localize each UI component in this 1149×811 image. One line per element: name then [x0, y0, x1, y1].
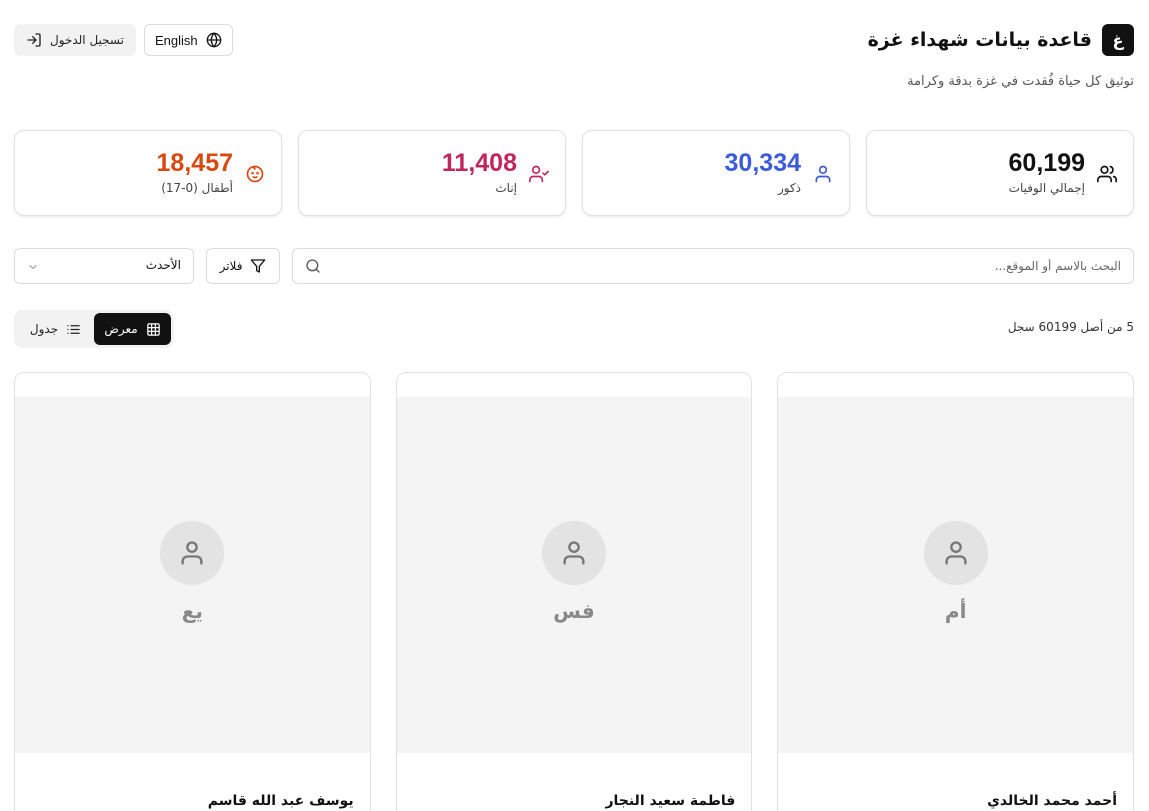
sort-select[interactable]: الأحدث [14, 248, 194, 284]
card-initials: فس [553, 599, 595, 623]
stat-females: 11,408 إناث [298, 130, 566, 216]
page-title: قاعدة بيانات شهداء غزة [867, 29, 1092, 51]
user-icon [815, 165, 831, 183]
globe-icon [206, 32, 221, 48]
search-icon [306, 259, 320, 273]
language-label: English [154, 32, 198, 48]
cards-grid: أم أحمد محمد الخالدي فس فاطمة سعيد النجا… [13, 372, 1134, 811]
controls-bar: فلاتر الأحدث [14, 248, 1134, 284]
stat-value: 11,408 [441, 149, 517, 177]
stats-row: 60,199 إجمالي الوفيات 30,334 ذكور 11,408… [14, 130, 1134, 216]
page-subtitle: توثيق كل حياة فُقدت في غزة بدقة وكرامة [907, 74, 1134, 89]
login-label: تسجيل الدخول [50, 33, 124, 47]
language-button[interactable]: English [143, 24, 233, 56]
login-button[interactable]: تسجيل الدخول [14, 24, 136, 56]
header: غ قاعدة بيانات شهداء غزة تسجيل الدخول En… [14, 24, 1134, 56]
table-view-label: جدول [29, 322, 59, 336]
stat-males: 30,334 ذكور [582, 130, 850, 216]
card-initials: يع [181, 599, 203, 623]
view-toggle: معرض جدول [14, 310, 174, 348]
list-icon [67, 324, 80, 334]
gallery-view-button[interactable]: معرض [94, 313, 171, 345]
stat-total-deaths: 60,199 إجمالي الوفيات [866, 130, 1134, 216]
user-placeholder-icon [181, 541, 203, 565]
avatar [923, 521, 988, 585]
stat-label: إناث [495, 181, 517, 195]
results-count: 5 من أصل 60199 سجل [1007, 320, 1134, 334]
avatar [160, 521, 225, 585]
logo: غ [1102, 24, 1134, 56]
card-photo: أم [778, 397, 1133, 753]
user-placeholder-icon [945, 541, 967, 565]
person-card[interactable]: يع يوسف عبد الله قاسم [13, 372, 371, 811]
card-initials: أم [944, 599, 967, 623]
users-icon [1097, 165, 1117, 183]
header-actions: تسجيل الدخول English [14, 24, 233, 56]
stat-value: 60,199 [1008, 149, 1085, 177]
user-placeholder-icon [563, 541, 585, 565]
card-name: يوسف عبد الله قاسم [207, 793, 354, 809]
card-name: أحمد محمد الخالدي [987, 793, 1117, 809]
search-input[interactable] [341, 249, 1121, 283]
card-name: فاطمة سعيد النجار [605, 793, 736, 809]
person-card[interactable]: أم أحمد محمد الخالدي [777, 372, 1134, 811]
person-card[interactable]: فس فاطمة سعيد النجار [395, 372, 753, 811]
sort-value: الأحدث [145, 258, 181, 272]
results-bar: 5 من أصل 60199 سجل معرض جدول [14, 310, 1134, 348]
gallery-view-label: معرض [104, 322, 138, 336]
brand: غ قاعدة بيانات شهداء غزة [868, 24, 1134, 56]
stat-children: 18,457 أطفال (0-17) [14, 130, 282, 216]
card-photo: فس [396, 397, 752, 753]
card-photo: يع [14, 397, 370, 753]
stat-label: ذكور [777, 181, 801, 195]
stat-value: 18,457 [156, 149, 233, 177]
stat-label: أطفال (0-17) [161, 181, 233, 195]
baby-icon [246, 165, 264, 183]
chevron-down-icon [29, 265, 37, 269]
table-view-button[interactable]: جدول [17, 313, 94, 345]
avatar [541, 521, 606, 585]
filter-icon [251, 259, 266, 273]
user-check-icon [529, 165, 549, 183]
stat-label: إجمالي الوفيات [1008, 181, 1085, 195]
grid-icon [146, 322, 160, 336]
filter-button[interactable]: فلاتر [206, 248, 280, 284]
login-icon [27, 33, 41, 47]
filter-label: فلاتر [219, 259, 243, 273]
search-box [292, 248, 1134, 284]
stat-value: 30,334 [724, 149, 801, 177]
